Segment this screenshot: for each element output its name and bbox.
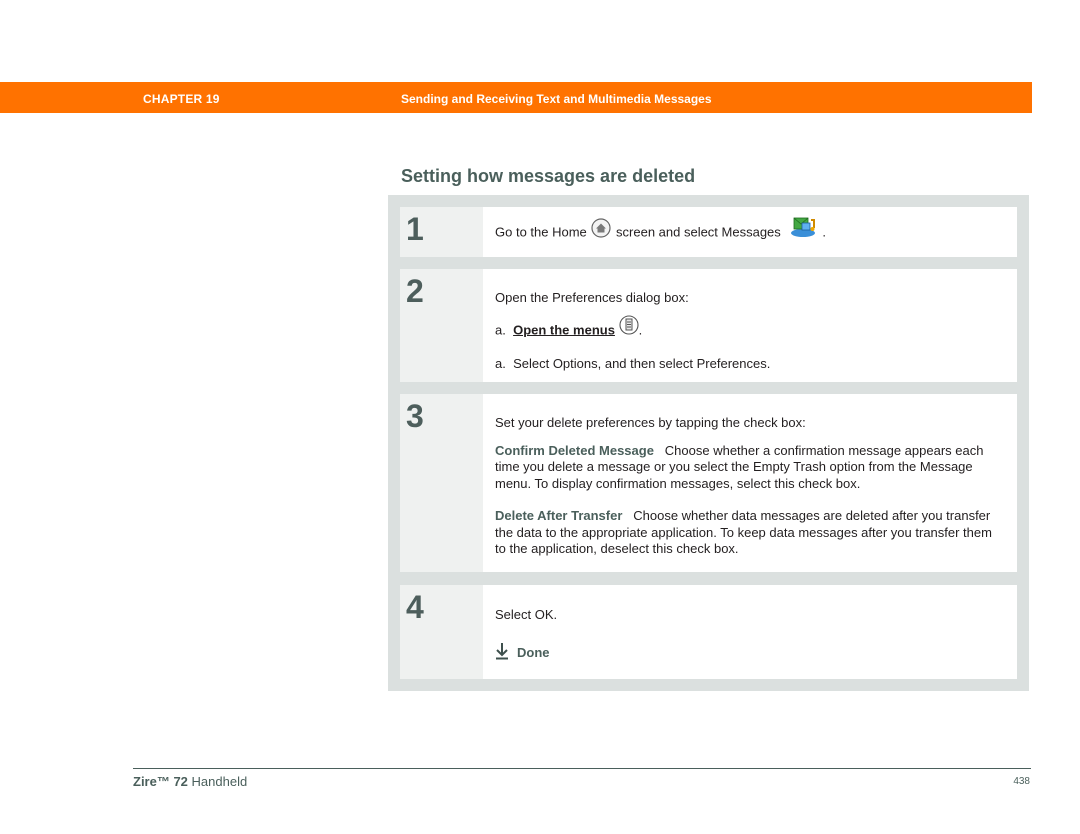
step-2: 2 Open the Preferences dialog box: a. Op…: [400, 269, 1017, 382]
substep: a. Open the menus .: [495, 314, 1017, 341]
step-number: 4: [406, 589, 424, 625]
step-1-text: Go to the Home screen and select Message…: [495, 217, 1017, 243]
page-number: 438: [1013, 776, 1030, 787]
footer-product: Zire™ 72 Handheld: [133, 774, 248, 789]
messages-app-icon: [790, 214, 818, 243]
home-icon: [591, 218, 612, 243]
step-number: 3: [406, 398, 424, 434]
step-number: 2: [406, 273, 424, 309]
option-confirm-deleted-message: Confirm Deleted Message Choose whether a…: [495, 443, 1003, 493]
done-indicator: Done: [495, 642, 1017, 665]
chapter-header-bar: CHAPTER 19 Sending and Receiving Text an…: [0, 82, 1032, 113]
steps-frame: 1 Go to the Home screen and select Messa…: [388, 195, 1029, 691]
step-4-text: Select OK.: [495, 607, 558, 622]
option-term: Confirm Deleted Message: [495, 442, 654, 458]
step-3: 3 Set your delete preferences by tapping…: [400, 394, 1017, 572]
done-label: Done: [517, 644, 550, 660]
option-term: Delete After Transfer: [495, 508, 623, 523]
step-number: 1: [406, 211, 424, 247]
chapter-label: CHAPTER 19: [143, 92, 220, 106]
down-arrow-done-icon: [495, 642, 509, 665]
chapter-title: Sending and Receiving Text and Multimedi…: [401, 92, 712, 106]
open-the-menus-link[interactable]: Open the menus: [513, 322, 615, 337]
substep: a. Select Options, and then select Prefe…: [495, 356, 771, 371]
menu-icon: [619, 314, 639, 341]
step-3-intro: Set your delete preferences by tapping t…: [495, 415, 806, 430]
step-2-intro: Open the Preferences dialog box:: [495, 290, 689, 305]
option-delete-after-transfer: Delete After Transfer Choose whether dat…: [495, 508, 1003, 558]
step-1: 1 Go to the Home screen and select Messa…: [400, 207, 1017, 257]
section-heading: Setting how messages are deleted: [401, 166, 696, 186]
step-4: 4 Select OK. Done: [400, 585, 1017, 679]
footer-divider: [133, 768, 1031, 769]
